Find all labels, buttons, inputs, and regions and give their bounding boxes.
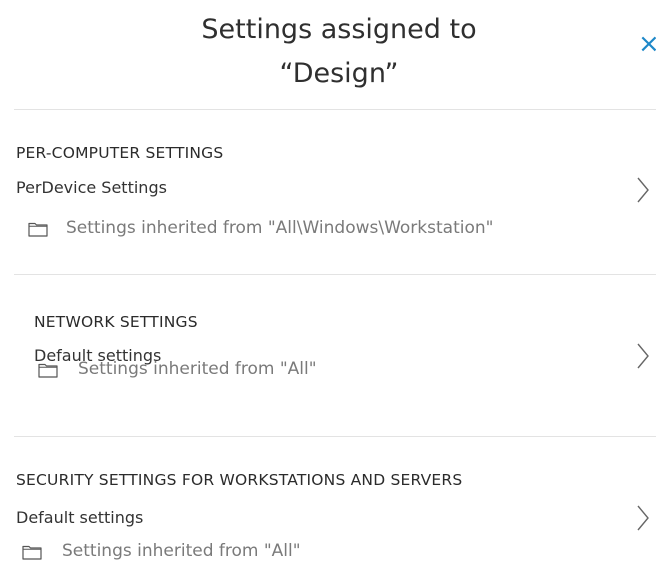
- chevron-right-icon[interactable]: [636, 342, 650, 370]
- chevron-right-icon[interactable]: [636, 176, 650, 204]
- section-value: Default settings: [16, 508, 144, 527]
- section-title: SECURITY SETTINGS FOR WORKSTATIONS AND S…: [16, 471, 463, 489]
- folder-icon: [28, 222, 48, 237]
- page-title: Settings assigned to “Design”: [14, 8, 656, 96]
- panel-header: Settings assigned to “Design” ×: [14, 0, 656, 110]
- inherited-from-label: Settings inherited from "All": [78, 359, 317, 379]
- folder-icon: [22, 545, 42, 560]
- folder-icon: [38, 363, 58, 378]
- inherited-from-label: Settings inherited from "All": [62, 541, 301, 561]
- section-network-settings[interactable]: NETWORK SETTINGS Default settings Settin…: [0, 275, 656, 437]
- settings-panel: Settings assigned to “Design” × PER-COMP…: [0, 0, 656, 568]
- page-title-line-2: “Design”: [279, 58, 399, 89]
- page-title-line-1: Settings assigned to: [201, 14, 477, 45]
- section-per-computer-settings[interactable]: PER-COMPUTER SETTINGS PerDevice Settings…: [0, 110, 656, 275]
- section-title: PER-COMPUTER SETTINGS: [16, 144, 224, 162]
- section-security-settings[interactable]: SECURITY SETTINGS FOR WORKSTATIONS AND S…: [0, 437, 656, 568]
- inherited-from-label: Settings inherited from "All\Windows\Wor…: [66, 218, 494, 238]
- close-button[interactable]: ×: [638, 30, 656, 58]
- section-title: NETWORK SETTINGS: [34, 313, 198, 331]
- section-value: PerDevice Settings: [16, 178, 167, 197]
- close-icon: ×: [638, 29, 656, 59]
- chevron-right-icon[interactable]: [636, 504, 650, 532]
